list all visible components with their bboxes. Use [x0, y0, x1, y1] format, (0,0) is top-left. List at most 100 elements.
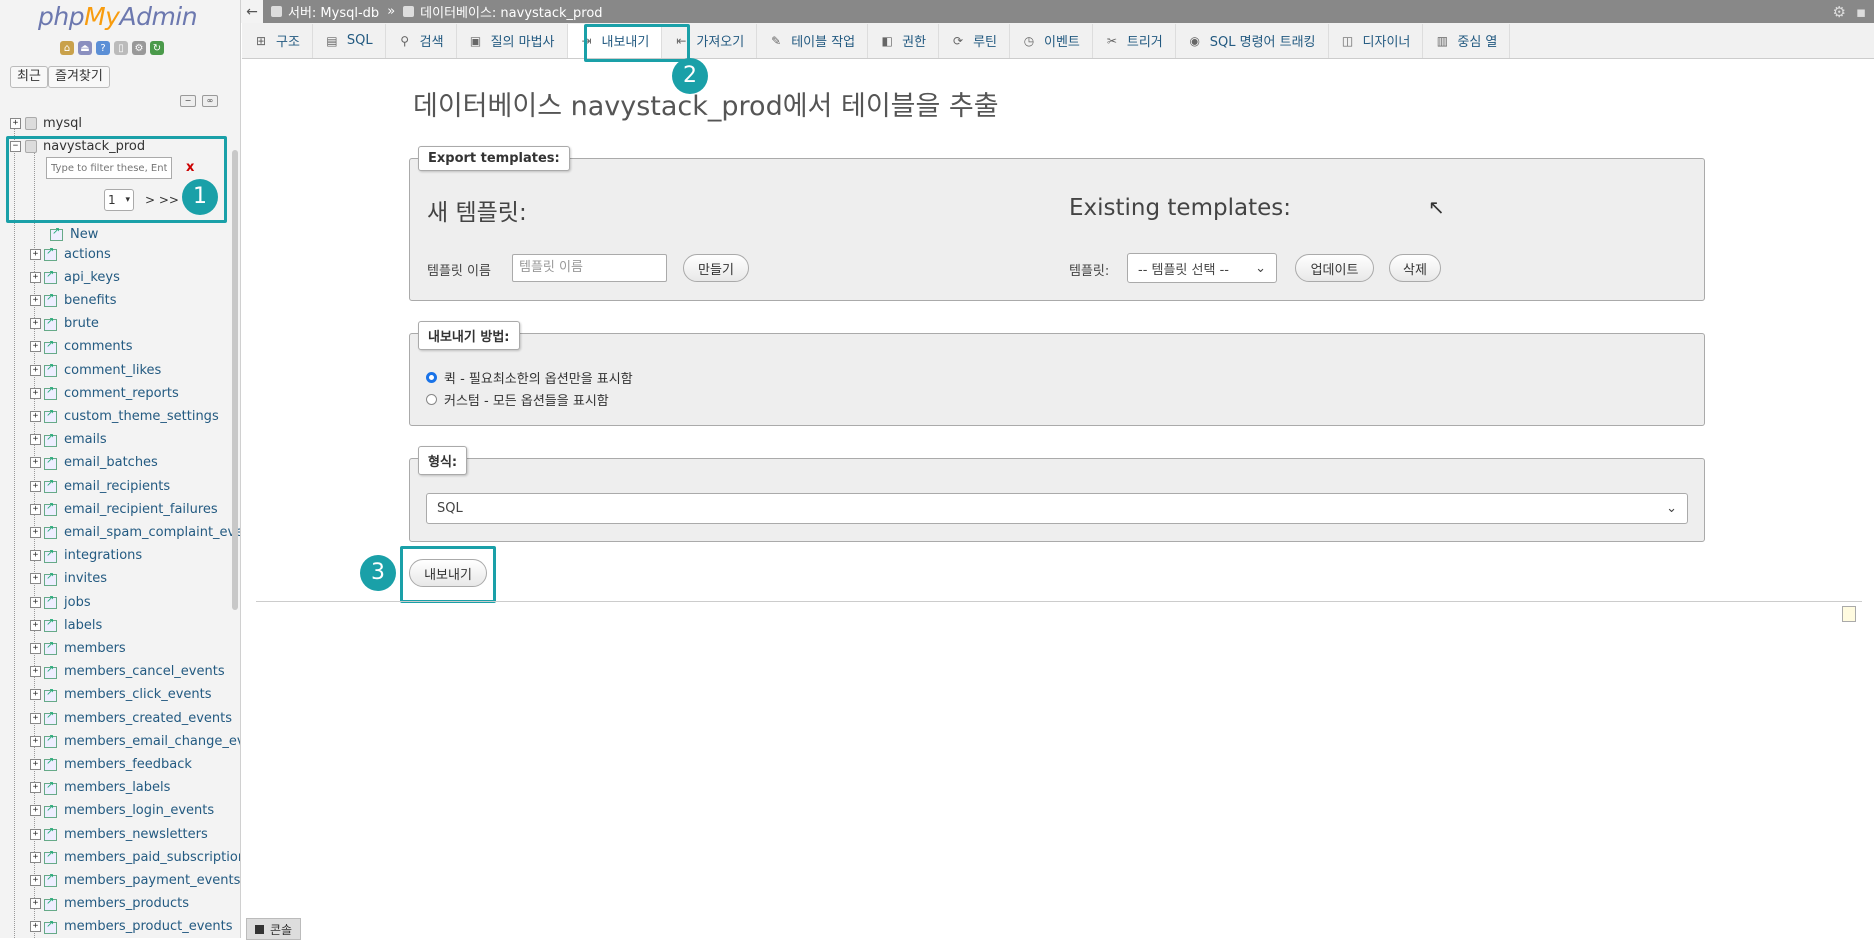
- table-name[interactable]: members_labels: [64, 780, 170, 795]
- create-template-button[interactable]: 만들기: [683, 254, 749, 282]
- db-crumb[interactable]: 데이터베이스: navystack_prod: [403, 2, 603, 21]
- reload-icon[interactable]: ↻: [150, 41, 164, 55]
- table-item[interactable]: + members_labels: [30, 778, 170, 798]
- table-item[interactable]: + comment_reports: [30, 383, 179, 403]
- db-crumb-label[interactable]: 데이터베이스: navystack_prod: [420, 2, 602, 21]
- table-item[interactable]: + members_cancel_events: [30, 662, 225, 682]
- table-name[interactable]: invites: [64, 571, 107, 586]
- table-name[interactable]: members_feedback: [64, 757, 192, 772]
- expand-icon[interactable]: +: [30, 642, 41, 654]
- expand-icon[interactable]: +: [30, 619, 41, 631]
- table-name[interactable]: members: [64, 641, 126, 656]
- table-item[interactable]: + members_created_events: [30, 708, 232, 728]
- table-item[interactable]: + api_keys: [30, 267, 120, 287]
- tab-wrench[interactable]: ✎ 테이블 작업: [757, 23, 869, 58]
- table-item[interactable]: + brute: [30, 314, 99, 334]
- table-name[interactable]: members_cancel_events: [64, 664, 225, 679]
- table-item[interactable]: + members_payment_events: [30, 870, 240, 890]
- table-name[interactable]: emails: [64, 432, 107, 447]
- tab-events[interactable]: ◷ 이벤트: [1010, 23, 1093, 58]
- expand-icon[interactable]: +: [10, 117, 21, 129]
- table-name[interactable]: members_email_change_events: [64, 734, 240, 749]
- expand-icon[interactable]: +: [30, 526, 41, 538]
- table-name[interactable]: members_created_events: [64, 711, 232, 726]
- console-toggle[interactable]: 콘솔: [246, 918, 302, 940]
- expand-icon[interactable]: +: [30, 271, 41, 283]
- tab-eye[interactable]: ◉ SQL 명령어 트래킹: [1176, 23, 1329, 58]
- custom-export-label[interactable]: 커스텀 - 모든 옵션들을 표시함: [444, 390, 609, 409]
- table-item[interactable]: + members_login_events: [30, 801, 214, 821]
- table-item[interactable]: + jobs: [30, 592, 91, 612]
- expand-icon[interactable]: +: [30, 341, 41, 353]
- expand-icon[interactable]: +: [30, 712, 41, 724]
- window-menu-icon[interactable]: ▪: [1856, 3, 1866, 21]
- expand-icon[interactable]: +: [30, 294, 41, 306]
- table-name[interactable]: members_click_events: [64, 687, 212, 702]
- expand-icon[interactable]: +: [30, 921, 41, 933]
- table-name[interactable]: members_newsletters: [64, 827, 208, 842]
- expand-icon[interactable]: +: [30, 364, 41, 376]
- table-name[interactable]: email_batches: [64, 455, 158, 470]
- expand-icon[interactable]: +: [30, 805, 41, 817]
- tab-central-columns[interactable]: ▥ 중심 열: [1423, 23, 1511, 58]
- table-item[interactable]: + labels: [30, 615, 102, 635]
- table-item[interactable]: + email_spam_complaint_events: [30, 522, 240, 542]
- expand-icon[interactable]: +: [30, 689, 41, 701]
- quick-export-label[interactable]: 퀵 - 필요최소한의 옵션만을 표시함: [444, 368, 633, 387]
- phpmyadmin-logo[interactable]: phpMyAdmin: [38, 2, 198, 31]
- table-item[interactable]: + integrations: [30, 546, 142, 566]
- expand-icon[interactable]: +: [30, 735, 41, 747]
- table-item[interactable]: + members_product_events: [30, 917, 233, 937]
- delete-template-button[interactable]: 삭제: [1389, 254, 1441, 282]
- expand-icon[interactable]: +: [30, 782, 41, 794]
- tab-triggers[interactable]: ✂ 트리거: [1093, 23, 1176, 58]
- tab-sql[interactable]: ▤ SQL: [313, 23, 386, 58]
- table-name[interactable]: integrations: [64, 548, 142, 563]
- table-item[interactable]: + emails: [30, 430, 107, 450]
- table-item[interactable]: + comments: [30, 337, 133, 357]
- table-name[interactable]: email_recipients: [64, 479, 170, 494]
- expand-icon[interactable]: +: [30, 851, 41, 863]
- server-crumb-label[interactable]: 서버: Mysql-db: [288, 2, 379, 21]
- table-name[interactable]: members_product_events: [64, 919, 233, 934]
- settings-icon[interactable]: ⚙: [132, 41, 146, 55]
- settings-gear-icon[interactable]: ⚙: [1833, 3, 1846, 21]
- expand-icon[interactable]: +: [30, 434, 41, 446]
- table-item[interactable]: + email_batches: [30, 453, 158, 473]
- table-name[interactable]: benefits: [64, 293, 117, 308]
- table-name[interactable]: members_payment_events: [64, 873, 240, 888]
- tab-designer[interactable]: ◫ 디자이너: [1329, 23, 1424, 58]
- table-item[interactable]: + custom_theme_settings: [30, 406, 219, 426]
- expand-icon[interactable]: +: [30, 457, 41, 469]
- table-name[interactable]: custom_theme_settings: [64, 409, 219, 424]
- table-item[interactable]: + members_click_events: [30, 685, 212, 705]
- tab-privileges[interactable]: ◧ 권한: [868, 23, 940, 58]
- back-arrow-icon[interactable]: ←: [241, 0, 263, 23]
- page-settings-icon[interactable]: [1842, 606, 1856, 622]
- table-name[interactable]: email_spam_complaint_events: [64, 525, 240, 540]
- table-item[interactable]: + members_paid_subscription_events: [30, 847, 240, 867]
- expand-icon[interactable]: +: [30, 480, 41, 492]
- radio-unselected[interactable]: [426, 394, 437, 405]
- table-name[interactable]: jobs: [64, 595, 91, 610]
- expand-icon[interactable]: +: [30, 874, 41, 886]
- tab-query[interactable]: ▣ 질의 마법사: [457, 23, 568, 58]
- sidebar-scrollbar[interactable]: [232, 150, 238, 610]
- tab-routines[interactable]: ⟳ 루틴: [939, 23, 1010, 58]
- docs-icon[interactable]: ▯: [114, 41, 128, 55]
- table-item[interactable]: + invites: [30, 569, 107, 589]
- expand-icon[interactable]: +: [30, 596, 41, 608]
- logout-icon[interactable]: ⏏: [78, 41, 92, 55]
- template-select[interactable]: -- 템플릿 선택 -- ⌄: [1127, 253, 1277, 283]
- db-item-mysql[interactable]: + mysql: [10, 113, 82, 133]
- table-item[interactable]: + members_email_change_events: [30, 731, 240, 751]
- new-label[interactable]: New: [70, 227, 98, 242]
- recent-button[interactable]: 최근: [10, 66, 48, 88]
- table-item[interactable]: + benefits: [30, 290, 117, 310]
- table-name[interactable]: members_products: [64, 896, 189, 911]
- new-table-link[interactable]: New: [50, 224, 98, 244]
- table-name[interactable]: members_paid_subscription_events: [64, 850, 240, 865]
- expand-icon[interactable]: +: [30, 828, 41, 840]
- table-name[interactable]: comment_likes: [64, 363, 161, 378]
- table-name[interactable]: labels: [64, 618, 102, 633]
